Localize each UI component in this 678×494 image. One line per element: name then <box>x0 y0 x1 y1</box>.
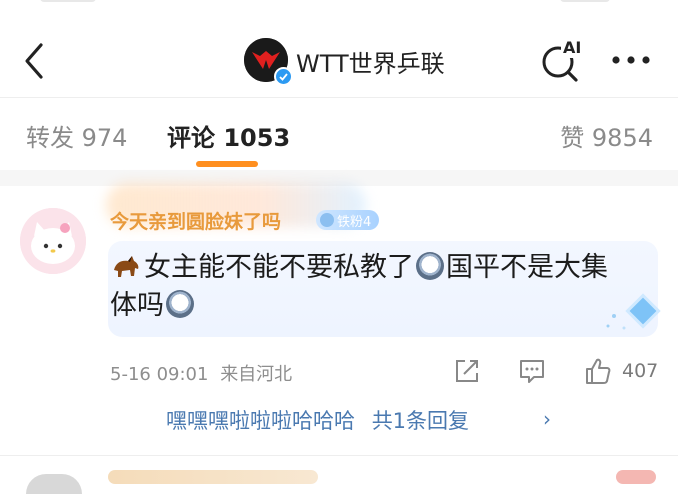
chevron-left-icon <box>25 43 43 79</box>
panda-emoji-icon <box>416 252 444 280</box>
comment-text: 女主能不能不要私教了 国平不是大集体吗 <box>110 249 630 325</box>
fan-badge-label: 铁粉4 <box>337 214 372 230</box>
reply-count: 共1条回复 <box>371 409 470 433</box>
share-icon <box>456 360 478 382</box>
comment-location: 来自河北 <box>220 364 293 385</box>
commenter-avatar[interactable] <box>20 208 86 274</box>
more-dots-icon <box>612 56 650 64</box>
verified-badge-icon <box>274 67 293 86</box>
next-commenter-avatar[interactable] <box>26 474 82 494</box>
comment-icon <box>520 360 544 383</box>
tab-likes[interactable]: 赞 9854 <box>560 118 653 153</box>
tab-comments[interactable]: 评论 1053 <box>167 118 290 153</box>
horse-emoji-icon <box>114 256 139 277</box>
like-button[interactable] <box>583 356 613 386</box>
comment-timestamp: 5-16 09:01 <box>110 364 209 385</box>
more-options-button[interactable] <box>610 52 652 66</box>
like-count: 407 <box>622 360 659 382</box>
reply-preview-link[interactable]: 嘿嘿嘿啦啦啦哈哈哈 共1条回复 <box>166 405 469 435</box>
active-tab-indicator <box>196 161 258 167</box>
thumbs-up-icon <box>586 358 611 384</box>
reply-button[interactable] <box>517 356 547 386</box>
comment-divider <box>0 455 678 456</box>
fan-badge-icon <box>320 213 334 227</box>
comment-meta: 5-16 09:01 来自河北 <box>110 360 292 386</box>
fan-level-badge[interactable]: 铁粉4 <box>316 210 380 230</box>
ai-search-button[interactable]: AI <box>539 38 585 84</box>
share-button[interactable] <box>452 356 482 386</box>
comment-text-part1: 女主能不能不要私教了 <box>144 252 414 283</box>
chevron-right-icon: › <box>543 407 551 431</box>
status-bar-icons-remnant <box>560 0 610 2</box>
reply-preview-text: 嘿嘿嘿啦啦啦哈哈哈 <box>166 409 355 433</box>
commenter-username[interactable]: 今天亲到圆脸妹了吗 <box>110 207 281 234</box>
panda-emoji-icon <box>166 290 194 318</box>
header-divider <box>0 97 678 98</box>
tab-reposts[interactable]: 转发 974 <box>26 118 127 153</box>
status-bar-time-remnant <box>40 0 96 2</box>
account-title[interactable]: WTT世界乒联 <box>296 44 445 79</box>
ai-label: AI <box>563 38 582 57</box>
back-button[interactable] <box>14 40 56 82</box>
kitty-avatar-icon <box>20 208 86 274</box>
